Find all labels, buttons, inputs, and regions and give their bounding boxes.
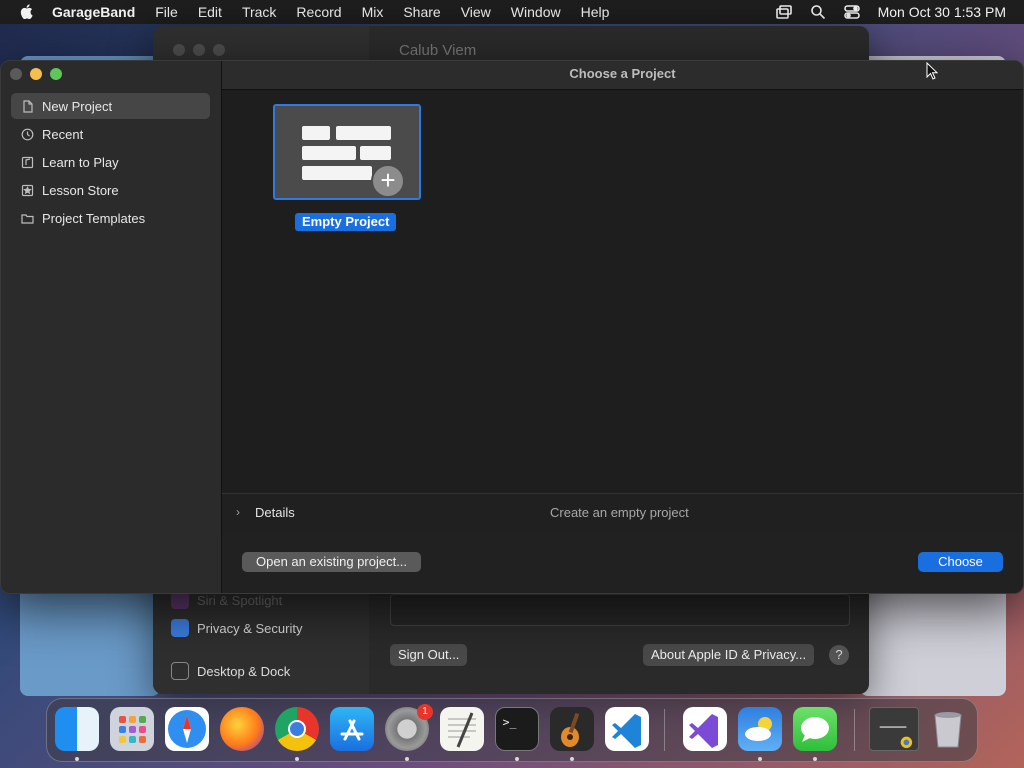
sidebar-item-privacy[interactable]: Privacy & Security xyxy=(171,619,302,637)
running-indicator xyxy=(570,757,574,761)
minimize-button[interactable] xyxy=(30,68,42,80)
menu-help[interactable]: Help xyxy=(571,4,620,20)
project-sidebar: New Project Recent Learn to Play Lesson … xyxy=(1,61,222,593)
app-store-icon[interactable] xyxy=(330,707,374,751)
sidebar-item-desktop-dock[interactable]: Desktop & Dock xyxy=(171,662,290,680)
window-controls xyxy=(173,44,225,56)
weather-icon[interactable] xyxy=(738,707,782,751)
finder-icon[interactable] xyxy=(55,707,99,751)
menu-edit[interactable]: Edit xyxy=(188,4,232,20)
sidebar-item-label: Project Templates xyxy=(42,210,146,226)
sidebar-item-label: Desktop & Dock xyxy=(197,663,291,679)
dock: 1 >_ xyxy=(46,698,978,762)
dock-separator xyxy=(664,709,665,751)
control-center-icon[interactable] xyxy=(843,4,860,20)
running-indicator xyxy=(405,757,409,761)
zoom-button[interactable] xyxy=(213,44,225,56)
chevron-right-icon[interactable]: › xyxy=(236,505,240,519)
running-indicator xyxy=(75,757,79,761)
menu-bar-clock[interactable]: Mon Oct 30 1:53 PM xyxy=(878,4,1006,20)
sidebar-item-learn-to-play[interactable]: Learn to Play xyxy=(11,149,210,175)
clock-icon xyxy=(21,128,34,140)
dock-icon xyxy=(171,662,189,680)
sidebar-item-label: Recent xyxy=(42,126,84,142)
vscode-icon[interactable] xyxy=(605,707,649,751)
sidebar-nav: New Project Recent Learn to Play Lesson … xyxy=(11,93,210,233)
window-title: Choose a Project xyxy=(222,61,1023,90)
dock-separator xyxy=(854,709,855,751)
sidebar-item-recent[interactable]: Recent xyxy=(11,121,210,147)
window-title: Calub Viem xyxy=(399,42,477,59)
details-bar: › Details Create an empty project xyxy=(222,493,1023,533)
sidebar-item-project-templates[interactable]: Project Templates xyxy=(11,205,210,231)
folder-icon xyxy=(21,213,34,224)
running-indicator xyxy=(295,757,299,761)
apple-menu[interactable] xyxy=(0,3,52,21)
svg-text:>_: >_ xyxy=(503,715,517,729)
menu-app-name[interactable]: GarageBand xyxy=(52,4,145,20)
trash-icon[interactable] xyxy=(926,707,970,751)
project-grid: + Empty Project xyxy=(222,90,1023,493)
garageband-icon[interactable] xyxy=(550,707,594,751)
menu-bar: GarageBand File Edit Track Record Mix Sh… xyxy=(0,0,1024,24)
sidebar-item-label: Learn to Play xyxy=(42,154,119,170)
empty-project-label[interactable]: Empty Project xyxy=(295,213,397,231)
sidebar-item-label: Privacy & Security xyxy=(197,620,303,636)
chrome-icon[interactable] xyxy=(275,707,319,751)
document-icon xyxy=(23,99,33,113)
menu-record[interactable]: Record xyxy=(286,4,351,20)
chooser-footer: Open an existing project... Choose xyxy=(222,532,1023,593)
sidebar-item-label: Lesson Store xyxy=(42,182,119,198)
zoom-button[interactable] xyxy=(50,68,62,80)
mouse-cursor-icon xyxy=(926,62,938,80)
garageband-project-chooser: New Project Recent Learn to Play Lesson … xyxy=(0,60,1024,594)
apple-icon xyxy=(20,3,33,19)
spotlight-search-icon[interactable] xyxy=(810,4,826,20)
hand-icon xyxy=(171,619,189,637)
running-indicator xyxy=(515,757,519,761)
minimize-button[interactable] xyxy=(193,44,205,56)
messages-icon[interactable] xyxy=(793,707,837,751)
safari-icon[interactable] xyxy=(165,707,209,751)
window-controls xyxy=(10,68,62,80)
running-indicator xyxy=(813,757,817,761)
screen-mirroring-icon[interactable] xyxy=(775,4,792,20)
sidebar-item-label: New Project xyxy=(42,98,113,114)
menu-share[interactable]: Share xyxy=(393,4,450,20)
menu-track[interactable]: Track xyxy=(232,4,286,20)
details-description: Create an empty project xyxy=(550,505,689,520)
sidebar-item-new-project[interactable]: New Project xyxy=(11,93,210,119)
visual-studio-icon[interactable] xyxy=(683,707,727,751)
close-button[interactable] xyxy=(173,44,185,56)
choose-button[interactable]: Choose xyxy=(918,552,1003,572)
firefox-icon[interactable] xyxy=(220,707,264,751)
menu-mix[interactable]: Mix xyxy=(352,4,394,20)
sign-out-button[interactable]: Sign Out... xyxy=(390,644,468,666)
launchpad-icon[interactable] xyxy=(110,707,154,751)
sidebar-item-label: Siri & Spotlight xyxy=(197,592,283,608)
details-toggle[interactable]: Details xyxy=(255,505,295,520)
menu-file[interactable]: File xyxy=(145,4,188,20)
sidebar-item-lesson-store[interactable]: Lesson Store xyxy=(11,177,210,203)
terminal-icon[interactable]: >_ xyxy=(495,707,539,751)
about-apple-id-button[interactable]: About Apple ID & Privacy... xyxy=(643,644,815,666)
help-button[interactable]: ? xyxy=(829,645,849,665)
menu-window[interactable]: Window xyxy=(501,4,571,20)
music-note-icon xyxy=(21,156,34,168)
open-existing-project-button[interactable]: Open an existing project... xyxy=(242,552,422,572)
info-field xyxy=(390,594,850,626)
menu-view[interactable]: View xyxy=(451,4,501,20)
empty-project-tile[interactable]: + xyxy=(273,104,421,200)
notification-badge: 1 xyxy=(417,704,433,720)
star-icon xyxy=(21,184,34,196)
textedit-icon[interactable] xyxy=(440,707,484,751)
close-button[interactable] xyxy=(10,68,22,80)
running-indicator xyxy=(758,757,762,761)
plus-icon: + xyxy=(371,164,405,198)
chrome-window-thumbnail-icon[interactable] xyxy=(869,707,919,751)
